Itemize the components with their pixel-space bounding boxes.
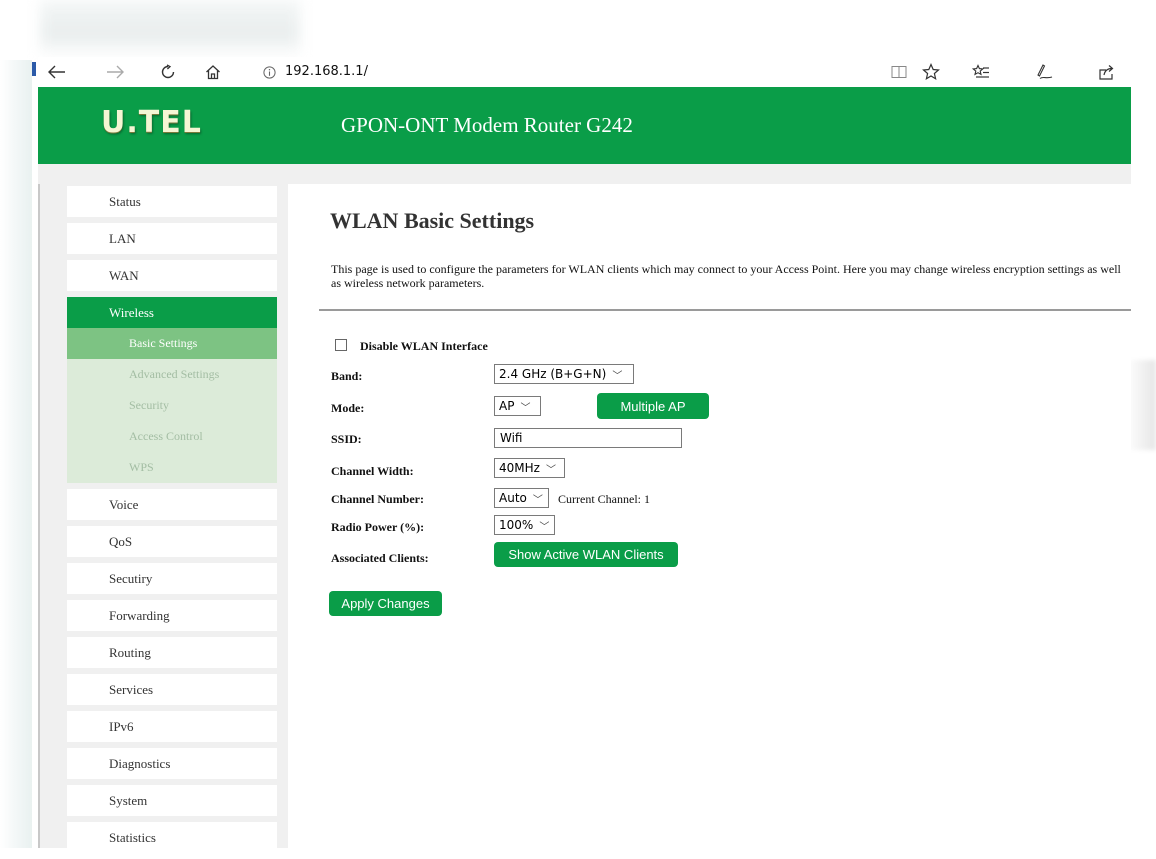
ssid-label: SSID:: [331, 432, 362, 446]
apply-changes-button[interactable]: Apply Changes: [329, 591, 442, 616]
window-edge: [0, 60, 32, 848]
sidebar-subitem-access-control[interactable]: Access Control: [67, 421, 277, 452]
band-label: Band:: [331, 369, 363, 383]
sidebar-item-status[interactable]: Status: [67, 186, 277, 217]
chevron-down-icon: ﹀: [520, 402, 531, 414]
mode-select[interactable]: AP ﹀: [494, 396, 541, 416]
sidebar-subitem-advanced-settings[interactable]: Advanced Settings: [67, 359, 277, 390]
sidebar-subitem-security[interactable]: Security: [67, 390, 277, 421]
multiple-ap-button[interactable]: Multiple AP: [597, 393, 709, 419]
pen-icon[interactable]: [1031, 59, 1057, 85]
mode-label: Mode:: [331, 401, 365, 415]
disable-wlan-checkbox[interactable]: [335, 339, 347, 351]
header-title: GPON-ONT Modem Router G242: [341, 113, 633, 137]
sidebar-item-wireless[interactable]: Wireless: [67, 297, 277, 328]
sidebar-item-security[interactable]: Secutiry: [67, 563, 277, 594]
share-icon[interactable]: [1093, 59, 1119, 85]
disable-wlan-label: Disable WLAN Interface: [360, 339, 488, 353]
chevron-down-icon: ﹀: [545, 464, 556, 476]
chevron-down-icon: ﹀: [539, 521, 550, 533]
page-title: WLAN Basic Settings: [330, 208, 535, 233]
sidebar-item-voice[interactable]: Voice: [67, 489, 277, 520]
radio-power-label: Radio Power (%):: [331, 520, 425, 534]
sidebar-subitem-basic-settings[interactable]: Basic Settings: [67, 328, 277, 359]
ssid-input[interactable]: Wifi: [494, 428, 682, 448]
current-channel-text: Current Channel: 1: [558, 492, 650, 506]
sidebar-menu: Status LAN WAN Wireless Basic Settings A…: [67, 186, 277, 859]
favorite-star-icon[interactable]: [918, 59, 944, 85]
sidebar-item-system[interactable]: System: [67, 785, 277, 816]
chevron-down-icon: ﹀: [612, 370, 623, 382]
forward-icon[interactable]: [102, 59, 128, 85]
channel-number-select[interactable]: Auto ﹀: [494, 488, 549, 508]
chevron-down-icon: ﹀: [532, 494, 543, 506]
band-select[interactable]: 2.4 GHz (B+G+N) ﹀: [494, 364, 634, 384]
channel-width-value: 40MHz: [499, 461, 540, 475]
sidebar-item-ipv6[interactable]: IPv6: [67, 711, 277, 742]
band-select-value: 2.4 GHz (B+G+N): [499, 367, 607, 381]
sidebar-item-wan[interactable]: WAN: [67, 260, 277, 291]
channel-width-select[interactable]: 40MHz ﹀: [494, 458, 565, 478]
background-blur: [40, 0, 300, 58]
sidebar-subitem-wps[interactable]: WPS: [67, 452, 277, 483]
refresh-icon[interactable]: [155, 59, 181, 85]
header-subbar: [38, 164, 1131, 184]
sidebar-item-lan[interactable]: LAN: [67, 223, 277, 254]
reading-view-icon[interactable]: [886, 59, 912, 85]
channel-width-label: Channel Width:: [331, 464, 414, 478]
back-icon[interactable]: [44, 59, 70, 85]
sidebar-item-statistics[interactable]: Statistics: [67, 822, 277, 853]
address-bar[interactable]: 192.168.1.1/: [285, 64, 368, 79]
divider: [319, 309, 1131, 311]
browser-toolbar: 192.168.1.1/: [38, 57, 1156, 87]
favorites-list-icon[interactable]: [968, 59, 994, 85]
show-active-clients-button[interactable]: Show Active WLAN Clients: [494, 542, 678, 567]
utel-logo: U.TEL: [101, 105, 202, 140]
sidebar-item-qos[interactable]: QoS: [67, 526, 277, 557]
info-icon[interactable]: [260, 63, 278, 81]
channel-number-label: Channel Number:: [331, 492, 425, 506]
sidebar-item-routing[interactable]: Routing: [67, 637, 277, 668]
router-header: U.TEL GPON-ONT Modem Router G242: [38, 87, 1131, 164]
sidebar-item-diagnostics[interactable]: Diagnostics: [67, 748, 277, 779]
sidebar-item-services[interactable]: Services: [67, 674, 277, 705]
channel-number-value: Auto: [499, 491, 527, 505]
page-description: This page is used to configure the param…: [331, 262, 1121, 290]
window-edge-accent: [32, 62, 36, 76]
radio-power-select[interactable]: 100% ﹀: [494, 515, 555, 535]
sidebar-item-forwarding[interactable]: Forwarding: [67, 600, 277, 631]
mode-select-value: AP: [499, 399, 515, 413]
wireless-submenu: Basic Settings Advanced Settings Securit…: [67, 328, 277, 483]
home-icon[interactable]: [200, 59, 226, 85]
radio-power-value: 100%: [499, 518, 534, 532]
associated-clients-label: Associated Clients:: [331, 551, 429, 565]
